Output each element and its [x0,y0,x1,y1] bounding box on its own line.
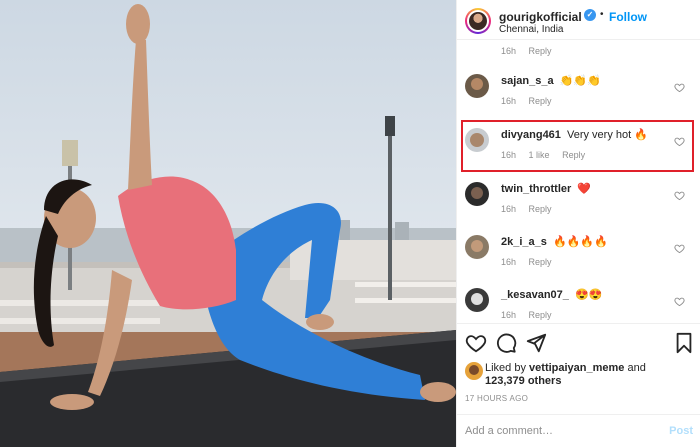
follow-button[interactable]: Follow [609,10,647,24]
liked-by-and: and [627,362,646,374]
commenter-username[interactable]: twin_throttler [501,183,571,195]
post-photo[interactable] [0,0,456,447]
commenter-username[interactable]: _kesavan07_ [501,289,569,301]
like-comment-heart-icon[interactable] [674,296,685,307]
comment-item: sajan_s_a 👏👏👏 16h Reply [457,70,700,120]
commenter-avatar[interactable] [465,182,489,206]
comment-bubble-icon[interactable] [495,332,517,354]
share-paper-plane-icon[interactable] [525,332,547,354]
comment-body: 🔥🔥🔥🔥 [552,236,608,248]
comments-list[interactable]: 16h Reply sajan_s_a 👏👏👏 16h Reply divyan… [457,40,700,323]
post-comment-button[interactable]: Post [669,425,693,437]
comment-meta: 16h Reply [501,257,562,267]
partial-comment-meta: 16h Reply [501,46,562,56]
liked-by-prefix: Liked by [485,362,526,374]
comment-meta: 16h Reply [501,204,562,214]
add-comment-bar: Post [457,414,700,447]
comment-text: twin_throttler ❤️ [501,182,671,196]
comment-input[interactable] [465,421,655,441]
save-bookmark-icon[interactable] [673,332,695,354]
like-heart-icon[interactable] [465,332,487,354]
commenter-avatar[interactable] [465,235,489,259]
comment-text: sajan_s_a 👏👏👏 [501,74,671,88]
likes-summary: Liked by vettipaiyan_meme and 123,379 ot… [485,362,697,388]
commenter-username[interactable]: sajan_s_a [501,75,554,87]
author-username[interactable]: gourigkofficial [499,10,582,24]
verified-badge-icon: ✓ [584,9,596,21]
separator-dot: • [600,9,604,20]
commenter-avatar[interactable] [465,74,489,98]
yoga-pose-photo [0,0,456,447]
likes-count[interactable]: 123,379 others [485,375,561,387]
liker-username[interactable]: vettipaiyan_meme [529,362,624,374]
comment-time: 16h [501,204,517,214]
reply-button[interactable]: Reply [529,257,552,267]
comment-item: 2k_i_a_s 🔥🔥🔥🔥 16h Reply [457,231,700,281]
reply-button[interactable]: Reply [529,204,552,214]
comment-text: 2k_i_a_s 🔥🔥🔥🔥 [501,235,671,249]
post-actions: Liked by vettipaiyan_meme and 123,379 ot… [457,323,700,447]
comment-time: 16h [501,310,517,320]
comment-time: 16h [501,96,517,106]
comment-body: ❤️ [577,183,592,195]
commenter-avatar[interactable] [465,288,489,312]
commenter-username[interactable]: 2k_i_a_s [501,236,547,248]
comment-body: 😍😍 [574,289,603,301]
comment-body: 👏👏👏 [559,75,601,87]
reply-button[interactable]: Reply [529,46,552,56]
highlight-box [461,120,694,172]
comment-item: _kesavan07_ 😍😍 16h Reply [457,284,700,323]
comment-meta: 16h Reply [501,310,562,320]
comment-time: 16h [501,257,517,267]
instagram-post: gourigkofficial ✓ • Follow Chennai, Indi… [0,0,700,447]
like-comment-heart-icon[interactable] [674,243,685,254]
post-timestamp[interactable]: 17 HOURS AGO [465,394,528,403]
comment-item: twin_throttler ❤️ 16h Reply [457,178,700,228]
reply-button[interactable]: Reply [529,96,552,106]
like-comment-heart-icon[interactable] [674,190,685,201]
comment-text: _kesavan07_ 😍😍 [501,288,671,302]
post-header: gourigkofficial ✓ • Follow Chennai, Indi… [457,0,700,40]
comment-meta: 16h Reply [501,96,562,106]
like-comment-heart-icon[interactable] [674,82,685,93]
post-location[interactable]: Chennai, India [499,24,564,35]
post-sidebar: gourigkofficial ✓ • Follow Chennai, Indi… [456,0,700,447]
liker-avatar[interactable] [465,362,483,380]
author-avatar[interactable] [465,8,491,34]
comment-time: 16h [501,46,517,56]
reply-button[interactable]: Reply [529,310,552,320]
